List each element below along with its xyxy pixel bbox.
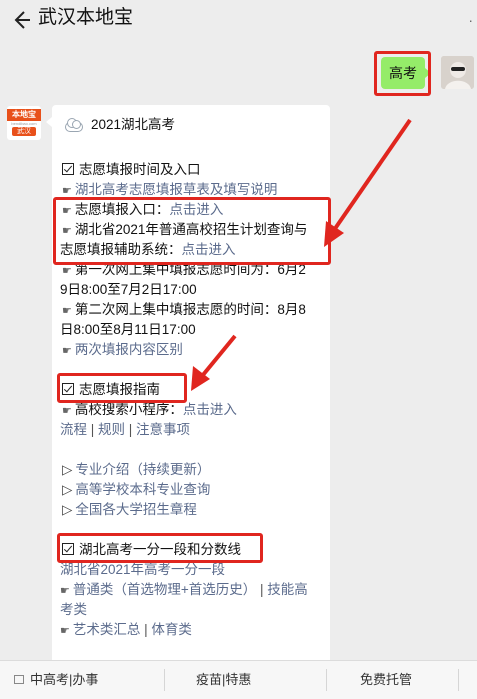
triangle-icon: ▷	[62, 462, 73, 477]
highlight-user-message	[374, 51, 431, 96]
user-avatar-image	[441, 56, 474, 89]
menu-divider	[458, 669, 459, 691]
guide-links-row: 流程 | 规则 | 注意事项	[60, 422, 191, 437]
card-heading-row: 2021湖北高考	[62, 115, 175, 135]
back-arrow-icon[interactable]	[10, 9, 32, 31]
guide-link-process[interactable]: 流程	[60, 422, 87, 437]
pointing-hand-icon: ☛	[62, 185, 72, 197]
score-general-row: ☛ 普通类（首选物理+首选历史） | 技能高	[60, 582, 308, 597]
cloud-icon	[62, 118, 84, 132]
pointing-hand-icon: ☛	[62, 405, 72, 417]
page-title: 武汉本地宝	[38, 7, 134, 28]
bot-avatar[interactable]: 本地宝 bendibao.com 武汉	[7, 106, 41, 140]
school-search-row: ☛ 高校搜索小程序：点击进入	[62, 402, 237, 417]
menu-divider	[164, 669, 165, 691]
section-title: 志愿填报时间及入口	[79, 162, 201, 177]
triangle-icon: ▷	[62, 482, 73, 497]
menu-grid-icon	[14, 675, 24, 684]
second-round-time: ☛ 第二次网上集中填报志愿的时间：8月8	[62, 302, 306, 317]
school-search-link[interactable]: 点击进入	[183, 402, 237, 417]
guide-link-rules[interactable]: 规则	[98, 422, 125, 437]
avatar-city: 武汉	[12, 127, 36, 136]
guide-link-notes[interactable]: 注意事项	[136, 422, 190, 437]
score-sport-link[interactable]: 体育类	[151, 622, 192, 637]
score-art-row: ☛ 艺术类汇总 | 体育类	[60, 622, 192, 637]
pointing-hand-icon: ☛	[62, 265, 72, 277]
avatar-brand: 本地宝	[7, 109, 41, 121]
tri-link-major-search[interactable]: ▷ 高等学校本科专业查询	[62, 480, 210, 500]
user-avatar[interactable]	[441, 56, 474, 89]
pointing-hand-icon: ☛	[62, 305, 72, 317]
arrow-line-1	[330, 118, 412, 235]
bottom-menu: 中高考|办事 疫苗|特惠 免费托管	[0, 660, 477, 699]
top-bar: 武汉本地宝 ·	[0, 0, 477, 40]
second-round-time-cont: 日8:00至8月11日17:00	[60, 322, 196, 337]
score-art-link[interactable]: 艺术类汇总	[73, 622, 141, 637]
tri-link-admission-rules[interactable]: ▷ 全国各大学招生章程	[62, 500, 197, 520]
menu-item-vaccine-deals[interactable]: 疫苗|特惠	[196, 671, 251, 689]
checkbox-icon	[62, 163, 74, 175]
more-icon[interactable]: ·	[468, 12, 473, 28]
menu-divider	[326, 669, 327, 691]
menu-item-exam-affairs[interactable]: 中高考|办事	[14, 671, 98, 689]
highlight-score-title	[57, 533, 263, 563]
score-link-1[interactable]: 湖北省2021年高考一分一段	[60, 560, 225, 580]
pointing-hand-icon: ☛	[60, 585, 70, 597]
pointing-hand-icon: ☛	[62, 345, 72, 357]
score-general-link[interactable]: 普通类（首选物理+首选历史）	[73, 582, 256, 597]
diff-link[interactable]: ☛ 两次填报内容区别	[62, 340, 183, 361]
card-heading: 2021湖北高考	[91, 117, 176, 132]
highlight-entry-box	[53, 197, 331, 265]
highlight-guide-title	[57, 373, 187, 403]
menu-item-free-care[interactable]: 免费托管	[360, 671, 412, 689]
score-tech-link[interactable]: 技能高	[267, 582, 308, 597]
pointing-hand-icon: ☛	[60, 625, 70, 637]
tri-link-majors[interactable]: ▷ 专业介绍（持续更新）	[62, 460, 210, 480]
section-time-entry: 志愿填报时间及入口	[62, 160, 201, 180]
first-round-time-cont: 9日8:00至7月2日17:00	[60, 282, 197, 297]
score-tech-link-cont[interactable]: 考类	[60, 600, 87, 620]
triangle-icon: ▷	[62, 502, 73, 517]
